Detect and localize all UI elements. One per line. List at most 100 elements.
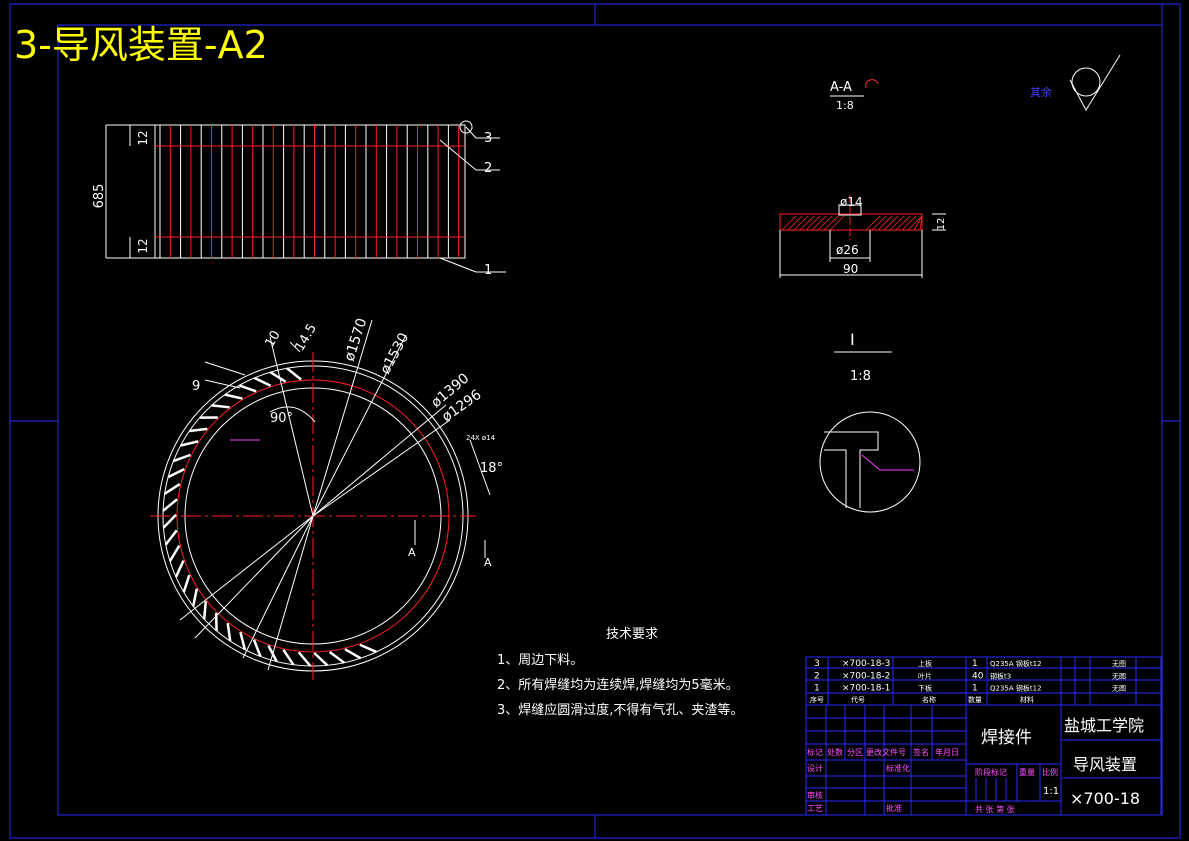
guide-blade	[297, 651, 312, 667]
guide-blade	[174, 560, 185, 578]
bom-cell-name: 下板	[918, 684, 932, 693]
section-mark-left: A	[408, 546, 416, 559]
dim-bore: ø26	[836, 243, 859, 257]
lbl-mark: 标记	[807, 747, 823, 757]
tech-title: 技术要求	[606, 627, 658, 642]
bom-cell-code: ×700-18-3	[842, 659, 890, 669]
guide-blade	[286, 367, 302, 381]
drawing-title: 3-导风装置-A2	[14, 23, 268, 67]
dim-holes: 24X ø14	[466, 434, 496, 442]
roughness-symbol: 其余	[1030, 54, 1121, 112]
dim-18deg: 18°	[480, 461, 503, 476]
drawing-sheet: 3-导风装置-A2 685 12 12 3 2 1 10 14.5 ø1570 …	[9, 3, 1181, 839]
tech-requirements: 技术要求 1、周边下料。 2、所有焊缝均为连续焊,焊缝均为5毫米。 3、焊缝应圆…	[497, 627, 743, 718]
guide-blade	[313, 652, 329, 667]
bom-cell-name: 叶片	[918, 671, 932, 680]
guide-blade	[224, 393, 243, 400]
lbl-date: 年月日	[935, 747, 959, 757]
tech-item-3: 3、焊缝应圆滑过度,不得有气孔、夹渣等。	[497, 702, 743, 718]
lbl-weight: 重量	[1019, 767, 1035, 777]
tech-item-2: 2、所有焊缝均为连续焊,焊缝均为5毫米。	[497, 677, 739, 693]
guide-blade	[211, 404, 230, 409]
leader-2: 2	[484, 161, 492, 176]
lbl-design: 设计	[807, 763, 823, 773]
guide-blade	[180, 440, 199, 447]
guide-blade	[269, 371, 287, 383]
front-view: 685 12 12 3 2 1	[92, 120, 506, 278]
bom-cell-no: 3	[814, 659, 820, 669]
bom-cell-name: 上板	[918, 659, 932, 668]
bom-cell-material: Q235A 钢板t12	[990, 659, 1042, 668]
lbl-standard: 标准化	[886, 763, 910, 773]
bom-cell-code: ×700-18-1	[842, 684, 890, 694]
dim-10: 10	[262, 328, 283, 350]
tb-school: 盐城工学院	[1064, 716, 1144, 735]
dim-width: 90	[843, 262, 858, 276]
lbl-process: 工艺	[807, 804, 823, 813]
bom-rows: 3 ×700-18-3 上板 1 Q235A 钢板t12 无图 2 ×700-18-2 叶片 40…	[814, 659, 1126, 694]
dim-thickness: 12	[936, 218, 947, 231]
leader-3: 3	[484, 131, 492, 146]
lbl-ratio: 比例	[1042, 767, 1058, 777]
bom-header-qty: 数量	[968, 695, 982, 704]
guide-blade	[226, 623, 232, 642]
bom-cell-qty: 1	[972, 659, 978, 669]
lbl-sign: 签名	[913, 747, 929, 757]
section-scale: 1:8	[836, 99, 854, 112]
guide-blade	[238, 384, 257, 393]
bom-cell-note: 无图	[1112, 672, 1126, 680]
bom-cell-code: ×700-18-2	[842, 671, 890, 681]
guide-blade	[189, 427, 208, 433]
lbl-stage-mark: 阶段标记	[975, 767, 1007, 777]
detail-title: I	[850, 330, 855, 349]
bom-cell-no: 2	[814, 671, 820, 681]
guide-blade	[168, 545, 181, 562]
lbl-count: 处数	[827, 747, 843, 757]
section-hatch	[781, 215, 923, 231]
dim-14-5: 14.5	[292, 321, 319, 354]
dim-90deg: 90°	[270, 411, 293, 426]
guide-blade	[253, 376, 272, 387]
guide-blade	[344, 648, 362, 660]
tb-scale: 1:1	[1043, 786, 1059, 797]
guide-blade	[162, 498, 178, 512]
guide-blade	[182, 574, 191, 593]
bom-cell-material: 钢板t3	[990, 671, 1011, 680]
detail-view: I 1:8	[819, 330, 921, 513]
bom-header-material: 材料	[1020, 695, 1034, 704]
bom-cell-note: 无图	[1112, 660, 1126, 668]
title-block: 3 ×700-18-3 上板 1 Q235A 钢板t12 无图 2 ×700-18-2 叶片 40…	[805, 656, 1162, 816]
guide-blade	[239, 631, 247, 650]
section-view: A-A 1:8 ø14 ø26 90 12	[779, 79, 947, 278]
guide-blade	[164, 529, 178, 546]
guide-blade	[162, 513, 177, 529]
lbl-zone: 分区	[847, 748, 863, 757]
dim-top: 12	[136, 130, 150, 145]
guide-blade	[191, 588, 199, 607]
guide-blade	[202, 601, 208, 620]
bom-cell-qty: 1	[972, 684, 978, 694]
bom-header-name: 名称	[922, 695, 936, 704]
guide-blade	[163, 482, 181, 495]
plan-view: 10 14.5 ø1570 ø1530 ø1390 ø1296 9 90° 18…	[150, 316, 503, 680]
tb-part-name: 导风装置	[1073, 755, 1137, 774]
guide-blade	[282, 649, 295, 666]
guide-blade	[328, 650, 345, 664]
tech-item-1: 1、周边下料。	[497, 653, 583, 668]
bom-cell-note: 无图	[1112, 685, 1126, 693]
lbl-approve: 批准	[886, 803, 902, 813]
bom-cell-no: 1	[814, 684, 820, 694]
bom-cell-material: Q235A 钢板t12	[990, 684, 1042, 693]
bom-header-no: 序号	[810, 695, 824, 704]
detail-scale: 1:8	[850, 369, 871, 384]
bom-header-code: 代号	[851, 695, 865, 704]
dim-d1530: ø1530	[377, 330, 412, 377]
section-mark-right: A	[484, 556, 492, 569]
leader-1: 1	[484, 263, 492, 278]
guide-blade	[359, 643, 377, 654]
dim-9: 9	[192, 379, 200, 394]
fins	[159, 125, 460, 258]
roughness-label: 其余	[1030, 85, 1052, 99]
bom-cell-qty: 40	[972, 671, 984, 681]
lbl-sheets: 共 张 第 张	[975, 804, 1015, 814]
